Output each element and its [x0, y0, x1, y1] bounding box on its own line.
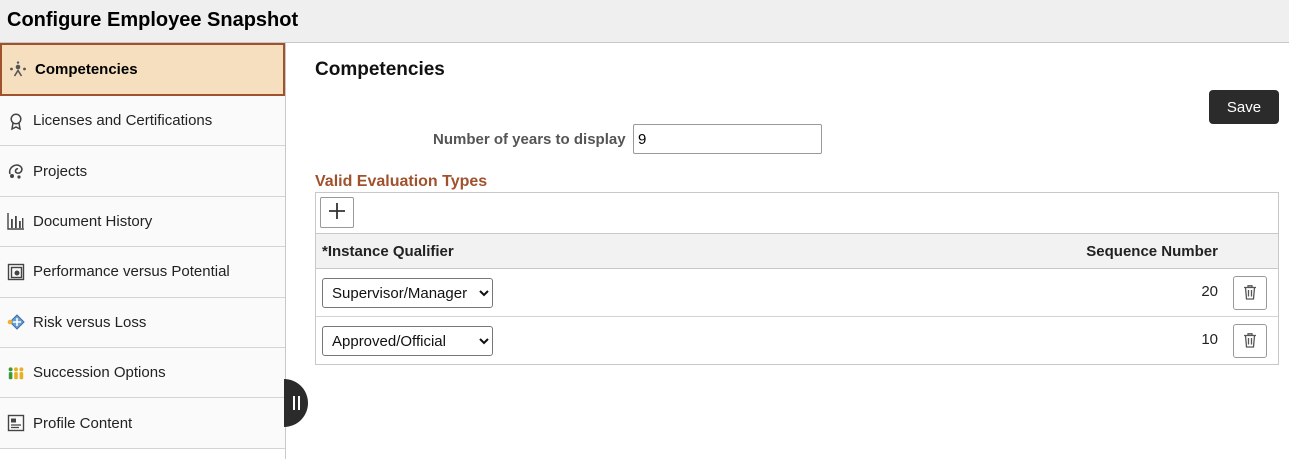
- save-button[interactable]: Save: [1209, 90, 1279, 124]
- risk-icon: [7, 313, 25, 331]
- sidebar-item-label: Risk versus Loss: [33, 313, 147, 331]
- sidebar: Competencies Licenses and Certifications…: [0, 43, 286, 459]
- competencies-icon: [9, 60, 27, 79]
- title-bar: Configure Employee Snapshot: [0, 0, 1289, 43]
- section-heading: Competencies: [315, 59, 445, 80]
- sidebar-item-licenses[interactable]: Licenses and Certifications: [0, 96, 285, 147]
- sidebar-item-document-history[interactable]: Document History: [0, 196, 285, 248]
- sequence-number: 10: [1201, 331, 1218, 348]
- table-row: Supervisor/Manager 20: [316, 269, 1278, 317]
- instance-qualifier-select[interactable]: Approved/Official: [322, 326, 493, 356]
- evaluation-types-grid: *Instance Qualifier Sequence Number Supe…: [315, 192, 1279, 365]
- sidebar-item-label: Licenses and Certifications: [33, 112, 213, 130]
- sidebar-item-label: Performance versus Potential: [33, 263, 230, 281]
- sequence-number: 20: [1201, 283, 1218, 300]
- years-label: Number of years to display: [433, 131, 626, 148]
- sidebar-item-succession-options[interactable]: Succession Options: [0, 347, 285, 399]
- sidebar-item-label: Succession Options: [33, 364, 166, 382]
- table-row: Approved/Official 10: [316, 317, 1278, 365]
- trash-icon: [1242, 332, 1258, 351]
- sidebar-item-label: Document History: [33, 212, 153, 230]
- column-header-sequence-number[interactable]: Sequence Number: [1086, 243, 1218, 260]
- sidebar-item-label: Projects: [33, 162, 88, 180]
- grid-toolbar: [316, 193, 1278, 234]
- plus-icon: [328, 202, 346, 223]
- delete-row-button[interactable]: [1233, 324, 1267, 358]
- instance-qualifier-select[interactable]: Supervisor/Manager: [322, 278, 493, 308]
- sidebar-item-risk-loss[interactable]: Risk versus Loss: [0, 297, 285, 348]
- sidebar-item-profile-content[interactable]: Profile Content: [0, 398, 285, 449]
- sidebar-item-label: Competencies: [35, 61, 138, 78]
- add-row-button[interactable]: [320, 197, 354, 228]
- trash-icon: [1242, 284, 1258, 303]
- column-header-instance-qualifier[interactable]: *Instance Qualifier: [322, 243, 454, 260]
- valid-evaluation-types-title: Valid Evaluation Types: [315, 173, 488, 190]
- grid-header: *Instance Qualifier Sequence Number: [316, 234, 1278, 269]
- sidebar-item-label: Profile Content: [33, 414, 133, 432]
- sidebar-item-performance-potential[interactable]: Performance versus Potential: [0, 247, 285, 298]
- years-input[interactable]: [633, 124, 822, 154]
- projects-icon: [7, 162, 25, 180]
- sidebar-item-projects[interactable]: Projects: [0, 146, 285, 197]
- sidebar-item-competencies[interactable]: Competencies: [0, 43, 285, 96]
- main-content: Competencies Save Number of years to dis…: [287, 43, 1289, 459]
- delete-row-button[interactable]: [1233, 276, 1267, 310]
- performance-icon: [7, 263, 25, 281]
- page-title: Configure Employee Snapshot: [7, 9, 299, 31]
- succession-icon: [7, 364, 25, 382]
- bar-chart-icon: [7, 212, 25, 231]
- profile-content-icon: [7, 414, 25, 432]
- ribbon-icon: [7, 112, 25, 130]
